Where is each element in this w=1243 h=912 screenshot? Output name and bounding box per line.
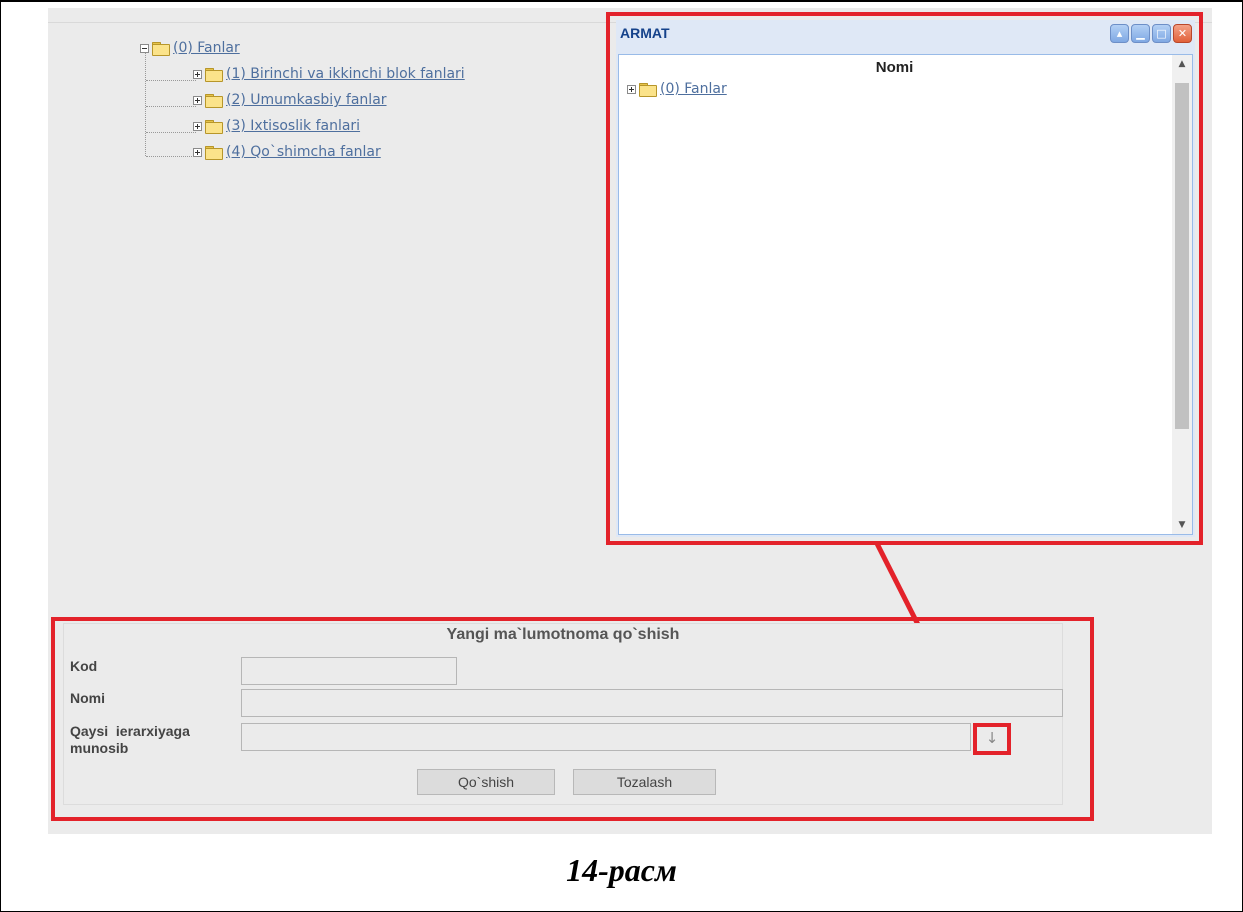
figure-caption: 14-расм [566,852,677,888]
kod-input[interactable] [241,657,457,685]
add-button[interactable]: Qo`shish [417,769,555,795]
form-highlight: Yangi ma`lumotnoma qo`shish Kod Nomi Qay… [51,617,1094,821]
window-controls: ▴ ▁ □ ✕ [1110,24,1192,43]
expand-icon[interactable] [193,147,202,157]
tree-item-link[interactable]: (3) Ixtisoslik fanlari [226,118,360,134]
maximize-icon[interactable]: □ [1152,24,1171,43]
kod-label: Kod [70,658,98,674]
folder-icon [205,146,223,160]
expand-icon[interactable] [193,121,202,131]
close-icon[interactable]: ✕ [1173,24,1192,43]
folder-icon [205,94,223,108]
scroll-thumb[interactable] [1175,83,1189,429]
folder-icon [205,120,223,134]
ierarxiya-input[interactable] [241,723,971,751]
window-title: ARMAT [620,25,670,41]
tree-item[interactable]: (4) Qo`shimcha fanlar [193,142,381,162]
popup-highlight: ARMAT ▴ ▁ □ ✕ Nomi (0) Fanlar ▲ ▼ [606,12,1203,545]
expand-icon[interactable] [193,69,202,79]
tree-item[interactable]: (3) Ixtisoslik fanlari [193,116,360,136]
collapse-icon[interactable] [140,43,149,53]
tree-root-link[interactable]: (0) Fanlar [173,40,240,56]
clear-button[interactable]: Tozalash [573,769,716,795]
popup-window: ARMAT ▴ ▁ □ ✕ Nomi (0) Fanlar ▲ ▼ [616,20,1195,537]
popup-tree-root-link[interactable]: (0) Fanlar [660,81,727,97]
tree-item[interactable]: (2) Umumkasbiy fanlar [193,90,387,110]
scroll-up-icon[interactable]: ▲ [1172,59,1192,69]
popup-grid: Nomi (0) Fanlar ▲ ▼ [618,54,1193,535]
scroll-down-icon[interactable]: ▼ [1172,520,1192,530]
restore-icon[interactable]: ▴ [1110,24,1129,43]
tree-item-link[interactable]: (2) Umumkasbiy fanlar [226,92,387,108]
hierarchy-dropdown-button[interactable]: ↓ [973,723,1011,755]
folder-icon [152,42,170,56]
tree-root[interactable]: (0) Fanlar [140,38,240,58]
folder-icon [205,68,223,82]
tree-item-link[interactable]: (4) Qo`shimcha fanlar [226,144,381,160]
tree-item-link[interactable]: (1) Birinchi va ikkinchi blok fanlari [226,66,465,82]
ierarxiya-label-2: munosib [70,740,129,756]
nomi-label: Nomi [70,690,105,706]
add-reference-form: Yangi ma`lumotnoma qo`shish Kod Nomi Qay… [63,623,1063,805]
form-title: Yangi ma`lumotnoma qo`shish [446,626,680,643]
nomi-input[interactable] [241,689,1063,717]
column-header-nomi[interactable]: Nomi [619,59,1170,76]
popup-tree-root[interactable]: (0) Fanlar [627,79,727,99]
expand-icon[interactable] [193,95,202,105]
tree-item[interactable]: (1) Birinchi va ikkinchi blok fanlari [193,64,465,84]
expand-icon[interactable] [627,84,636,94]
folder-icon [639,83,657,97]
ierarxiya-label: Qaysi ierarxiyaga [70,723,190,739]
vertical-scrollbar[interactable]: ▲ ▼ [1172,55,1192,534]
minimize-icon[interactable]: ▁ [1131,24,1150,43]
